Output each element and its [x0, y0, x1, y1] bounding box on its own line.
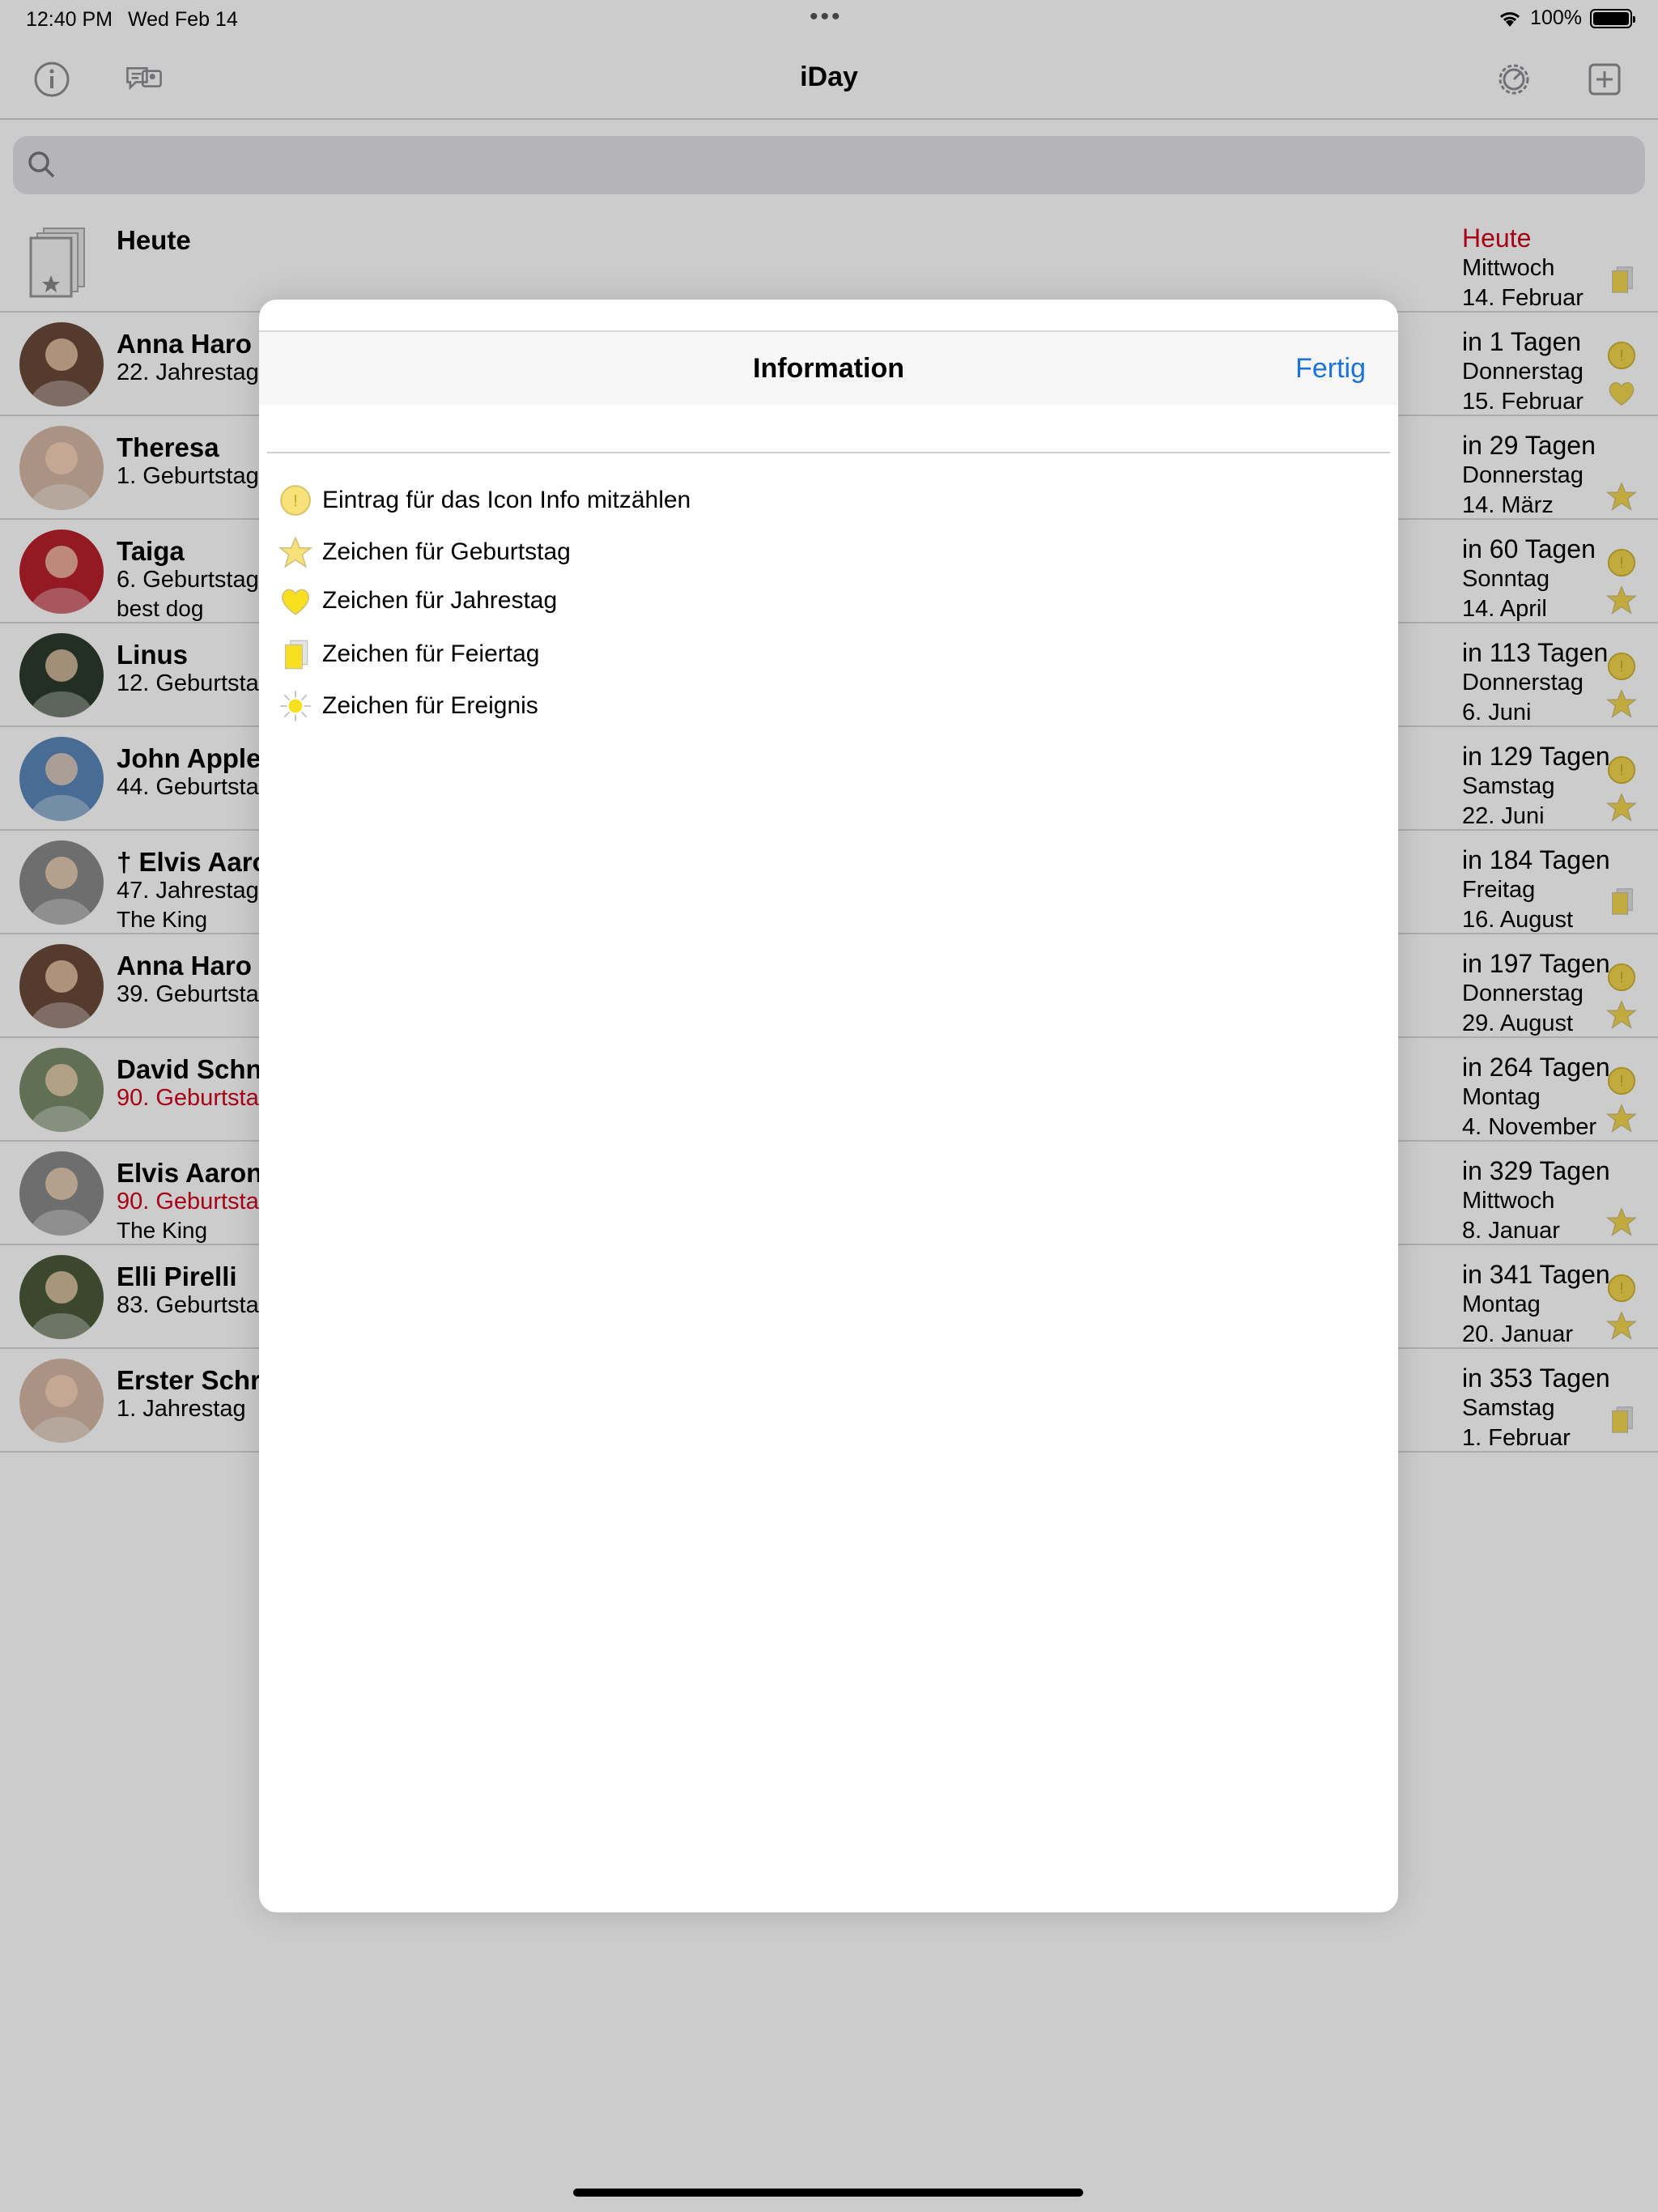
legend-label: Eintrag für das Icon Info mitzählen	[322, 487, 691, 513]
home-indicator[interactable]	[573, 2189, 1083, 2197]
information-modal: Information Fertig ! Eintrag für das Icon…	[259, 300, 1398, 1912]
modal-header: Information Fertig	[259, 330, 1398, 405]
legend-label: Zeichen für Geburtstag	[322, 538, 571, 565]
heart-icon	[278, 584, 312, 618]
sun-burst-icon	[278, 689, 312, 723]
star-icon	[278, 535, 313, 569]
holiday-card-icon	[278, 637, 312, 671]
modal-title: Information	[753, 353, 904, 384]
divider	[267, 452, 1390, 453]
legend-label: Zeichen für Feiertag	[322, 640, 540, 667]
legend-label: Zeichen für Jahrestag	[322, 587, 558, 614]
legend-label: Zeichen für Ereignis	[322, 692, 538, 719]
svg-text:!: !	[293, 491, 298, 510]
info-coin-icon: !	[278, 483, 312, 517]
done-button[interactable]: Fertig	[1295, 353, 1366, 385]
